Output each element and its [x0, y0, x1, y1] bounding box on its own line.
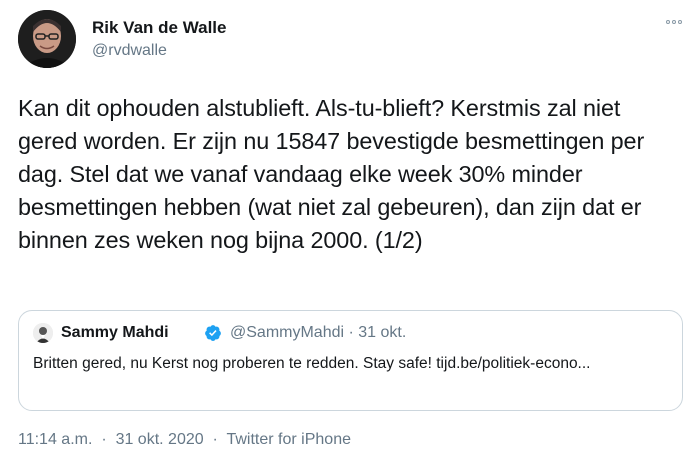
tweet-source[interactable]: Twitter for iPhone	[226, 431, 351, 448]
quoted-tweet-text: Britten gered, nu Kerst nog proberen te …	[33, 355, 591, 372]
meta-space	[107, 431, 111, 448]
quoted-author-name[interactable]: Sammy Mahdi	[61, 324, 169, 342]
quoted-date[interactable]: 31 okt.	[358, 324, 406, 341]
profile-photo-icon	[18, 10, 76, 68]
quoted-separator: ·	[348, 324, 354, 341]
tweet-time[interactable]: 11:14 a.m.	[18, 431, 92, 448]
more-options-icon[interactable]	[666, 20, 682, 24]
tweet-meta: 11:14 a.m. · 31 okt. 2020 · Twitter for …	[18, 431, 351, 449]
author-handle[interactable]: @rvdwalle	[92, 42, 167, 60]
quoted-author-avatar[interactable]	[33, 323, 53, 343]
tweet: Rik Van de Walle @rvdwalle Kan dit ophou…	[0, 0, 700, 471]
dot	[678, 20, 682, 24]
dot	[666, 20, 670, 24]
dot	[672, 20, 676, 24]
quoted-tweet-card[interactable]: Sammy Mahdi @SammyMahdi · 31 okt. Britte…	[18, 310, 683, 411]
tweet-text: Kan dit ophouden alstublieft. Als-tu-bli…	[18, 95, 645, 253]
meta-space	[218, 431, 222, 448]
author-avatar[interactable]	[18, 10, 76, 68]
quoted-avatar-icon	[33, 323, 53, 343]
quoted-author-handle[interactable]: @SammyMahdi	[230, 324, 344, 341]
verified-badge-icon	[205, 325, 221, 341]
author-name[interactable]: Rik Van de Walle	[92, 18, 226, 38]
tweet-date[interactable]: 31 okt. 2020	[116, 431, 204, 448]
quoted-meta: @SammyMahdi · 31 okt.	[230, 324, 406, 342]
